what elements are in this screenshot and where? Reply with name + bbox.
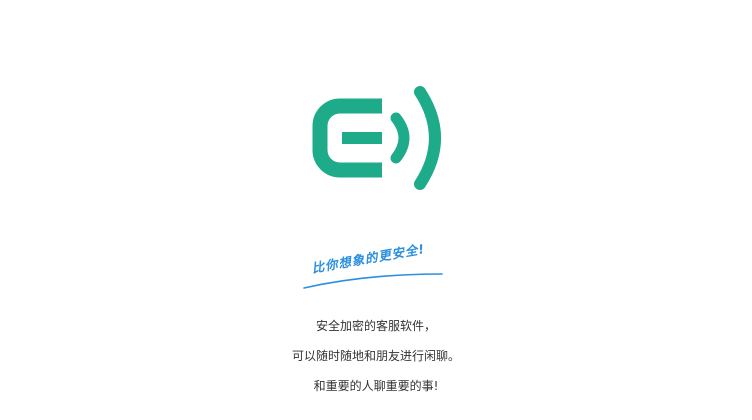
chat-signal-logo-icon xyxy=(312,86,441,190)
intro-page: 比你想象的更安全! 安全加密的客服软件， 可以随时随地和朋友进行闲聊。 和重要的… xyxy=(0,0,752,420)
description-line-3: 和重要的人聊重要的事! xyxy=(313,379,439,393)
slogan-underline-icon xyxy=(303,273,443,289)
slogan: 比你想象的更安全! xyxy=(296,241,456,294)
description-line-2: 可以随时随地和朋友进行闲聊。 xyxy=(291,349,460,363)
description-line-1: 安全加密的客服软件， xyxy=(315,319,436,333)
